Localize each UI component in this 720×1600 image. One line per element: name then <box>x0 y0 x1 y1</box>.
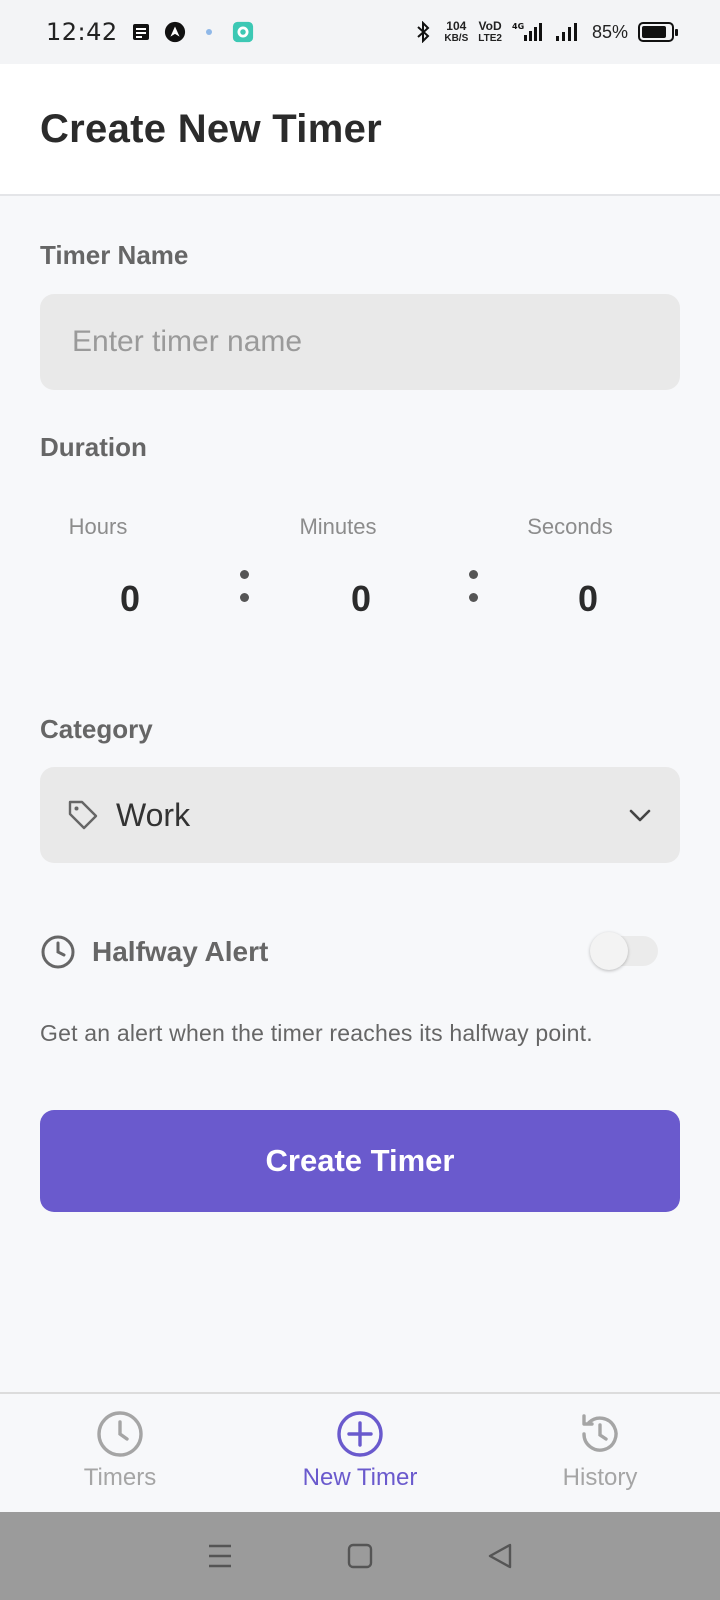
halfway-alert-row: Halfway Alert <box>40 930 680 974</box>
hours-column: Hours <box>18 514 178 540</box>
hours-picker[interactable]: 0 <box>50 578 210 620</box>
minutes-label: Minutes <box>299 514 377 539</box>
colon-separator <box>240 570 250 616</box>
volte-top: VoD <box>478 18 502 33</box>
minutes-picker[interactable]: 0 <box>281 578 441 620</box>
volte-bottom: LTE2 <box>478 32 502 44</box>
seconds-picker[interactable]: 0 <box>508 578 668 620</box>
halfway-alert-toggle[interactable] <box>590 932 658 970</box>
volte-indicator: VoD LTE2 <box>478 18 502 44</box>
history-icon <box>576 1410 624 1458</box>
timer-name-input[interactable] <box>40 294 680 390</box>
clock-icon <box>96 1410 144 1458</box>
seconds-label: Seconds <box>527 514 613 539</box>
seconds-column: Seconds <box>490 514 650 540</box>
category-value: Work <box>116 796 191 833</box>
chevron-down-icon <box>626 801 654 829</box>
notes-icon <box>130 21 152 43</box>
status-left: 12:42 <box>46 18 254 46</box>
svg-text:4G: 4G <box>512 22 524 31</box>
nav-label-timers: Timers <box>83 1464 157 1491</box>
toggle-knob <box>590 932 628 970</box>
status-right: 104 KB/S VoD LTE2 4G 85% <box>412 18 678 44</box>
timer-name-label: Timer Name <box>40 240 189 270</box>
bottom-nav: Timers New Timer History <box>0 1392 720 1512</box>
battery-fill <box>642 26 666 38</box>
minutes-value: 0 <box>350 578 372 619</box>
category-label: Category <box>40 714 153 744</box>
home-square-icon[interactable] <box>345 1541 375 1571</box>
nav-item-new-timer[interactable]: New Timer <box>240 1394 480 1512</box>
system-nav-bar <box>0 1512 720 1600</box>
colon-separator <box>469 570 479 616</box>
tag-icon <box>66 798 100 832</box>
hours-label: Hours <box>68 514 128 539</box>
create-timer-button[interactable]: Create Timer <box>40 1110 680 1212</box>
nav-item-timers[interactable]: Timers <box>0 1394 240 1512</box>
clock-icon <box>40 934 76 970</box>
hours-value: 0 <box>119 578 141 619</box>
back-triangle-icon[interactable] <box>485 1541 515 1571</box>
status-time: 12:42 <box>46 18 118 46</box>
nav-label-history: History <box>562 1464 638 1491</box>
nav-label-new-timer: New Timer <box>302 1464 418 1491</box>
net-speed-unit: KB/S <box>444 32 469 44</box>
battery-percent: 85% <box>591 21 628 42</box>
category-select[interactable]: Work <box>40 767 680 863</box>
net-speed-value: 104 <box>446 18 467 33</box>
menu-icon[interactable] <box>205 1541 235 1571</box>
page-header: Create New Timer <box>0 64 720 196</box>
dot-icon <box>198 21 220 43</box>
halfway-alert-help: Get an alert when the timer reaches its … <box>40 1020 593 1046</box>
nav-app-icon <box>164 21 186 43</box>
net-speed: 104 KB/S <box>444 18 469 44</box>
plus-circle-icon <box>336 1410 384 1458</box>
duration-label: Duration <box>40 432 147 462</box>
minutes-column: Minutes <box>258 514 418 540</box>
seconds-value: 0 <box>577 578 599 619</box>
bluetooth-icon <box>412 21 434 43</box>
battery-icon <box>638 22 678 42</box>
status-bar: 12:42 104 KB/S VoD LTE2 4G 85% <box>0 0 720 64</box>
page-title: Create New Timer <box>40 106 382 151</box>
signal-icon: 4G <box>512 21 544 43</box>
chat-app-icon <box>232 21 254 43</box>
nav-item-history[interactable]: History <box>480 1394 720 1512</box>
signal-icon-2 <box>554 21 582 43</box>
